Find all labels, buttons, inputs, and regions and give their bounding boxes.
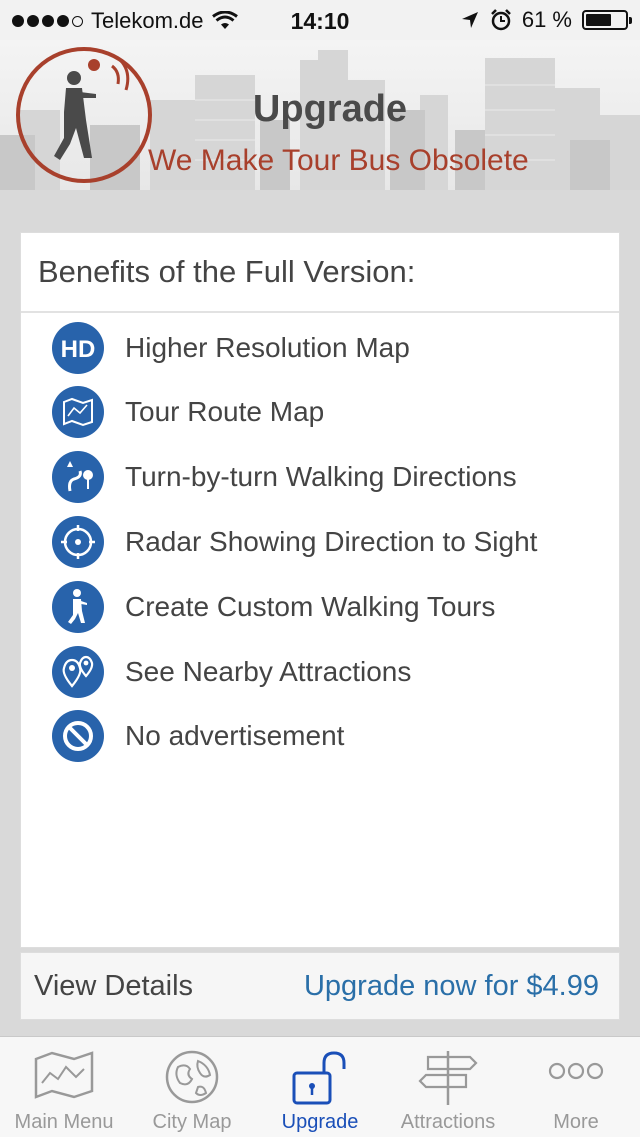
alarm-clock-icon (490, 9, 511, 31)
tab-attractions[interactable]: Attractions (384, 1037, 512, 1137)
tab-city-map[interactable]: City Map (128, 1037, 256, 1137)
benefit-label: Higher Resolution Map (125, 332, 410, 363)
tab-label: City Map (152, 1111, 232, 1133)
tab-bar: Main Menu City Map Upgrade Attractions M… (0, 1036, 640, 1137)
radar-icon (52, 516, 104, 568)
benefit-item: Radar Showing Direction to Sight (52, 515, 537, 569)
tab-more[interactable]: More (512, 1037, 640, 1137)
app-header: Upgrade We Make Tour Bus Obsolete (0, 40, 640, 190)
battery-percentage: 61 % (521, 7, 572, 32)
more-dots-icon (548, 1062, 604, 1080)
benefits-card: Benefits of the Full Version: HD Higher … (20, 232, 620, 948)
walker-icon (52, 581, 104, 633)
tagline: We Make Tour Bus Obsolete (148, 144, 529, 177)
battery-icon (582, 10, 632, 30)
benefit-item: Create Custom Walking Tours (52, 580, 495, 634)
tab-label: Upgrade (281, 1111, 359, 1133)
no-ads-icon (52, 710, 104, 762)
status-bar: Telekom.de 14:10 61 % (0, 0, 640, 40)
page-title: Upgrade (252, 88, 408, 130)
location-arrow-icon (461, 12, 478, 28)
benefit-label: See Nearby Attractions (125, 656, 412, 687)
hd-icon: HD (52, 322, 104, 374)
benefits-heading: Benefits of the Full Version: (21, 233, 619, 313)
benefit-label: Tour Route Map (125, 396, 325, 427)
tab-label: Attractions (400, 1111, 496, 1133)
benefit-item: No advertisement (52, 709, 344, 763)
purchase-row: View Details Upgrade now for $4.99 (20, 952, 620, 1020)
benefit-label: Turn-by-turn Walking Directions (125, 461, 517, 492)
benefit-item: See Nearby Attractions (52, 645, 411, 699)
tab-main-menu[interactable]: Main Menu (0, 1037, 128, 1137)
tab-upgrade[interactable]: Upgrade (256, 1037, 384, 1137)
benefit-item: Tour Route Map (52, 385, 324, 439)
globe-icon (165, 1050, 219, 1104)
benefit-label: No advertisement (125, 720, 345, 751)
upgrade-now-button[interactable]: Upgrade now for $4.99 (304, 970, 599, 1003)
map-icon (52, 386, 104, 438)
view-details-link[interactable]: View Details (34, 970, 193, 1003)
signpost-icon (418, 1051, 478, 1105)
benefit-item: HD Higher Resolution Map (52, 321, 410, 375)
tab-label: More (553, 1111, 599, 1133)
benefit-item: Turn-by-turn Walking Directions (52, 450, 517, 504)
svg-text:HD: HD (61, 336, 96, 363)
directions-icon (52, 451, 104, 503)
benefit-label: Radar Showing Direction to Sight (125, 526, 538, 557)
unlocked-padlock-icon (292, 1051, 346, 1105)
benefit-label: Create Custom Walking Tours (125, 591, 496, 622)
tab-label: Main Menu (14, 1111, 114, 1133)
folded-map-icon (34, 1051, 94, 1099)
nearby-pins-icon (52, 646, 104, 698)
